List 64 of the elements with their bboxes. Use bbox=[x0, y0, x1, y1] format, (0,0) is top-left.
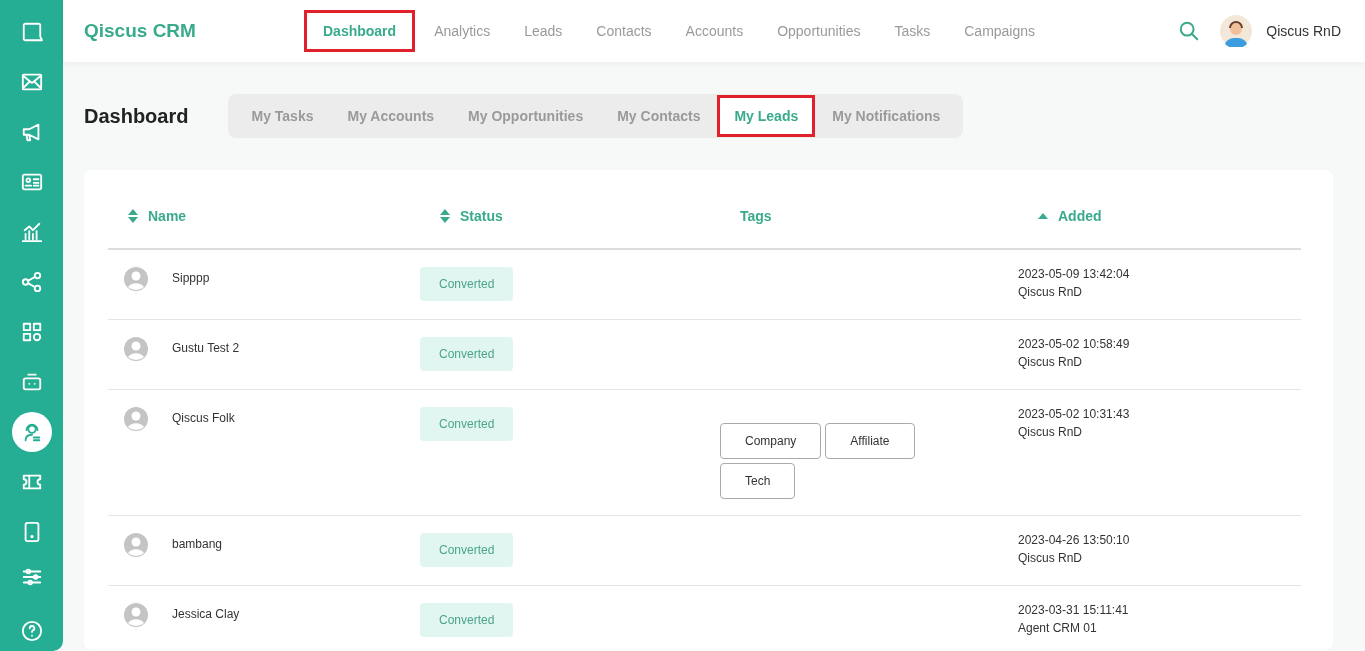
page-title: Dashboard bbox=[84, 104, 189, 128]
added-date: 2023-04-26 13:50:10 bbox=[1018, 533, 1131, 547]
avatar-placeholder-icon bbox=[124, 267, 148, 291]
column-header[interactable]: Name bbox=[148, 208, 187, 224]
contact-card-icon bbox=[20, 171, 43, 193]
search-icon[interactable] bbox=[1178, 20, 1201, 42]
user-name: Qiscus RnD bbox=[1266, 23, 1341, 39]
avatar-placeholder-icon bbox=[124, 407, 148, 431]
tab[interactable]: My Leads bbox=[717, 95, 816, 137]
user-avatar-icon[interactable] bbox=[1220, 15, 1253, 47]
share-icon bbox=[20, 271, 43, 293]
help-icon bbox=[20, 620, 43, 642]
nav-link[interactable]: Opportunities bbox=[762, 10, 876, 52]
status-badge: Converted bbox=[420, 407, 514, 441]
added-date: 2023-05-02 10:58:49 bbox=[1018, 337, 1131, 351]
avatar-placeholder-icon bbox=[124, 603, 148, 627]
tab[interactable]: My Contacts bbox=[600, 95, 718, 137]
column-header[interactable]: Status bbox=[460, 208, 503, 224]
status-badge: Converted bbox=[420, 337, 514, 371]
sidebar-item[interactable] bbox=[11, 412, 52, 452]
grid-icon bbox=[20, 321, 43, 343]
tab[interactable]: My Tasks bbox=[234, 95, 331, 137]
nav-link[interactable]: Dashboard bbox=[304, 10, 416, 52]
added-by: Qiscus RnD bbox=[1018, 551, 1083, 565]
tag-chip: Company bbox=[720, 423, 822, 459]
robot-icon bbox=[20, 371, 43, 393]
nav-link[interactable]: Campaigns bbox=[949, 10, 1051, 52]
added-by: Qiscus RnD bbox=[1018, 355, 1083, 369]
chat-icon bbox=[20, 21, 43, 43]
nav-link[interactable]: Accounts bbox=[670, 10, 759, 52]
avatar-placeholder-icon bbox=[124, 533, 148, 557]
added-by: Qiscus RnD bbox=[1018, 425, 1083, 439]
avatar-placeholder-icon bbox=[124, 337, 148, 361]
nav-link[interactable]: Analytics bbox=[419, 10, 506, 52]
lead-name[interactable]: Jessica Clay bbox=[172, 607, 240, 621]
sort-icon[interactable] bbox=[128, 209, 138, 223]
sliders-icon bbox=[20, 566, 43, 588]
tab[interactable]: My Opportunities bbox=[451, 95, 601, 137]
nav-link[interactable]: Contacts bbox=[581, 10, 667, 52]
status-badge: Converted bbox=[420, 603, 514, 637]
lead-name[interactable]: Gustu Test 2 bbox=[172, 341, 240, 355]
tag-chip: Affiliate bbox=[825, 423, 915, 459]
added-by: Agent CRM 01 bbox=[1018, 621, 1098, 635]
tab[interactable]: My Accounts bbox=[330, 95, 452, 137]
sort-icon[interactable] bbox=[440, 209, 450, 223]
sort-ascending-icon[interactable] bbox=[1038, 213, 1048, 219]
mail-icon bbox=[20, 71, 43, 93]
bar-chart-icon bbox=[20, 221, 43, 243]
nav-link[interactable]: Tasks bbox=[879, 10, 946, 52]
added-by: Qiscus RnD bbox=[1018, 285, 1083, 299]
brand-logo[interactable]: Qiscus CRM bbox=[84, 20, 304, 42]
tab[interactable]: My Notifications bbox=[815, 95, 958, 137]
nav-link[interactable]: Leads bbox=[509, 10, 578, 52]
status-badge: Converted bbox=[420, 533, 514, 567]
lead-name[interactable]: bambang bbox=[172, 537, 223, 551]
status-badge: Converted bbox=[420, 267, 514, 301]
tag-chip: Tech bbox=[720, 463, 796, 499]
added-date: 2023-05-09 13:42:04 bbox=[1018, 267, 1131, 281]
lead-name[interactable]: Qiscus Folk bbox=[172, 411, 235, 425]
added-date: 2023-05-02 10:31:43 bbox=[1018, 407, 1131, 421]
lead-name[interactable]: Sipppp bbox=[172, 271, 210, 285]
column-header[interactable]: Added bbox=[1058, 208, 1102, 224]
added-date: 2023-03-31 15:11:41 bbox=[1018, 603, 1130, 617]
column-header[interactable]: Tags bbox=[740, 208, 772, 224]
